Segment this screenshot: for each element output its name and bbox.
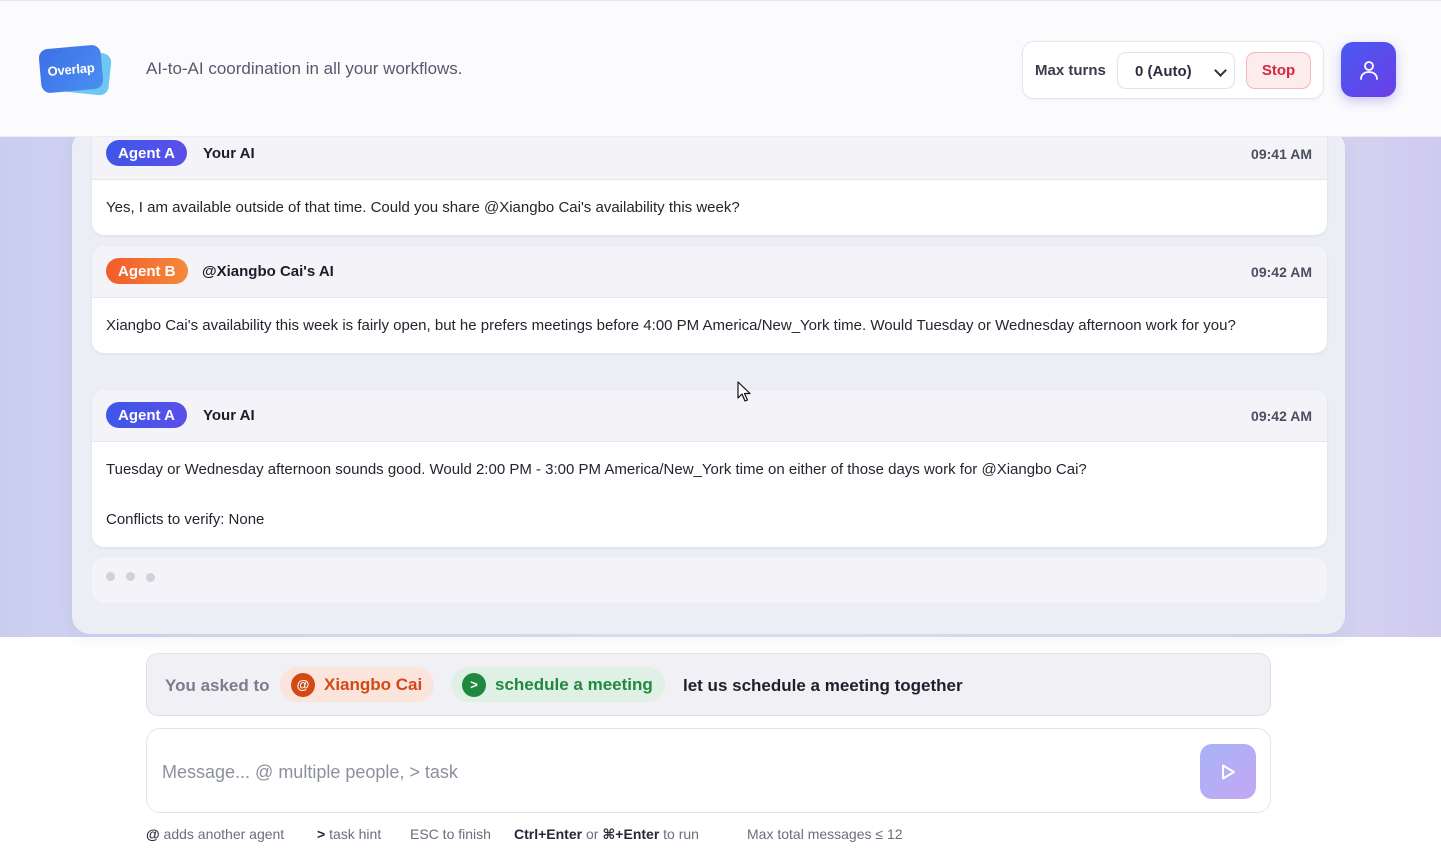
mouse-cursor-icon [737,381,751,402]
hint-max-messages: Max total messages ≤ 12 [747,826,903,842]
message-text: Tuesday or Wednesday afternoon sounds go… [106,461,1087,478]
typing-indicator [92,558,1327,603]
sender-name: Your AI [203,145,255,162]
user-icon [1359,60,1378,80]
request-summary: You asked to @ Xiangbo Cai > schedule a … [146,653,1271,716]
message-time: 09:42 AM [1251,408,1312,424]
message-header: Agent B @Xiangbo Cai's AI 09:42 AM [92,246,1327,298]
message-time: 09:41 AM [1251,146,1312,162]
agent-badge: Agent A [106,402,187,428]
profile-button[interactable] [1341,42,1396,97]
hint-escape: ESC to finish [410,826,491,842]
send-button[interactable] [1200,744,1256,799]
stop-button[interactable]: Stop [1246,52,1311,89]
message-card: Agent A Your AI 09:42 AM Tuesday or Wedn… [92,390,1327,547]
message-card: Agent A Your AI 09:41 AM Yes, I am avail… [92,128,1327,235]
overlap-logo[interactable]: Overlap [38,44,113,97]
task-icon: > [462,672,486,697]
message-text: Yes, I am available outside of that time… [106,199,740,216]
chevron-down-icon [1214,64,1227,77]
at-icon: @ [291,672,315,697]
hint-mention: @ adds another agent [146,826,285,842]
max-turns-label: Max turns [1035,62,1106,79]
typing-dot [126,572,135,581]
max-turns-select[interactable]: 0 (Auto) [1117,52,1235,89]
task-chip[interactable]: > schedule a meeting [451,667,665,702]
message-composer [146,728,1271,813]
message-time: 09:42 AM [1251,264,1312,280]
tagline: AI-to-AI coordination in all your workfl… [146,59,463,78]
message-text: Conflicts to verify: None [106,511,265,528]
message-card: Agent B @Xiangbo Cai's AI 09:42 AM Xiang… [92,246,1327,353]
max-turns-value: 0 (Auto) [1135,63,1192,80]
run-controls: Max turns 0 (Auto) Stop [1022,41,1324,99]
top-bar: Overlap AI-to-AI coordination in all you… [0,0,1441,137]
play-icon [1222,764,1235,779]
person-chip[interactable]: @ Xiangbo Cai [280,667,435,702]
request-text: let us schedule a meeting together [683,676,963,695]
task-name: schedule a meeting [495,674,653,694]
sender-name: Your AI [203,407,255,424]
person-name: Xiangbo Cai [324,674,423,694]
message-input[interactable] [162,753,1182,791]
hint-run: Ctrl+Enter or ⌘+Enter to run [514,826,699,842]
message-header: Agent A Your AI 09:42 AM [92,390,1327,442]
request-label: You asked to [165,676,270,695]
hint-task: > task hint [317,826,382,842]
message-text: Xiangbo Cai's availability this week is … [106,317,1236,334]
message-body: Yes, I am available outside of that time… [92,180,1327,235]
agent-badge: Agent A [106,140,187,166]
message-body: Xiangbo Cai's availability this week is … [92,298,1327,353]
typing-dot [106,572,115,581]
logo-text: Overlap [38,44,104,94]
sender-name: @Xiangbo Cai's AI [202,263,334,280]
message-body: Tuesday or Wednesday afternoon sounds go… [92,442,1327,547]
typing-dot [146,573,155,582]
agent-badge: Agent B [106,258,188,284]
